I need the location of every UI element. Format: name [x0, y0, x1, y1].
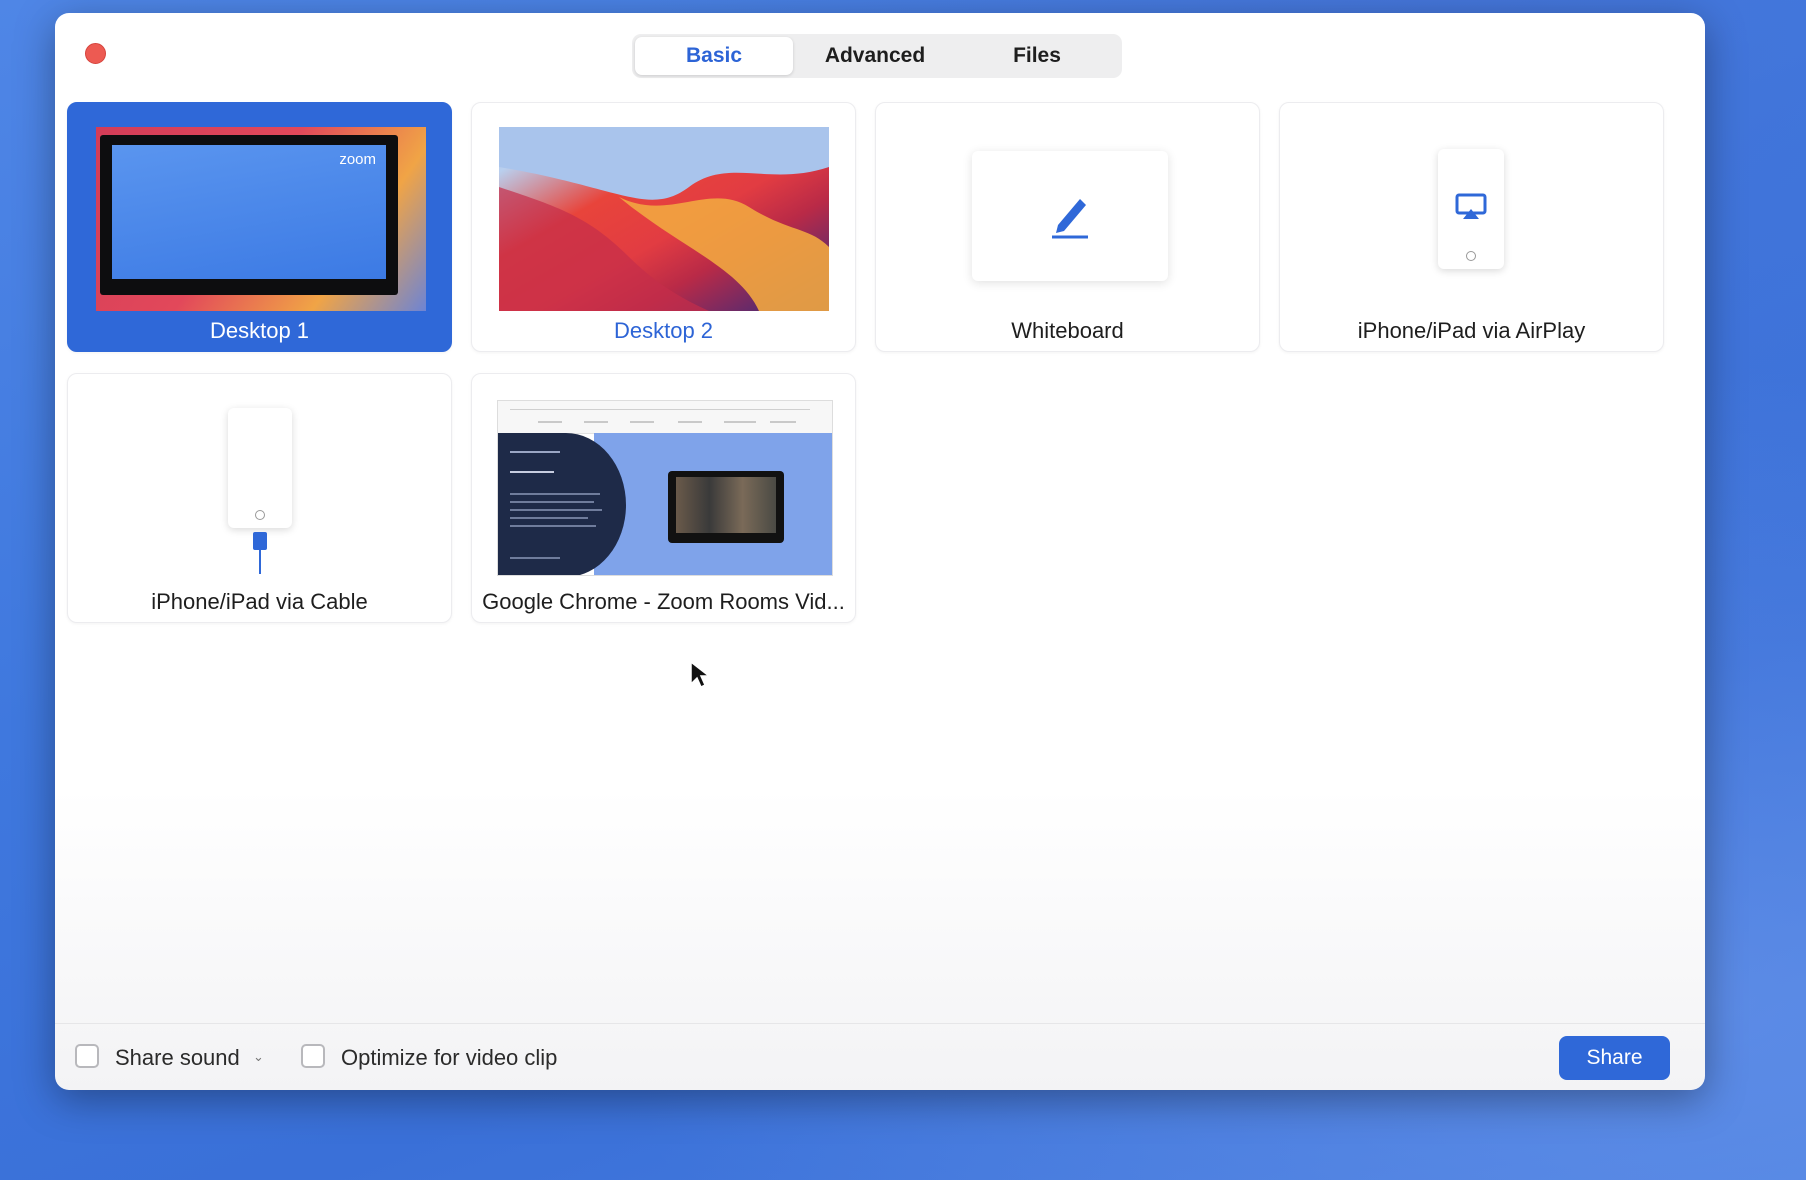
- pencil-icon: [1052, 199, 1088, 239]
- share-screen-window: Basic Advanced Files zoom Desktop 1 Desk…: [55, 13, 1705, 1090]
- source-card-chrome[interactable]: Google Chrome - Zoom Rooms Vid...: [471, 373, 856, 623]
- share-sound-checkbox[interactable]: [75, 1044, 99, 1068]
- chrome-window-thumbnail: [497, 400, 833, 576]
- tab-files[interactable]: Files: [957, 37, 1117, 75]
- desktop-2-thumbnail: [499, 127, 829, 311]
- airplay-icon: [1455, 193, 1487, 219]
- source-label: Google Chrome - Zoom Rooms Vid...: [482, 589, 845, 614]
- share-sound-label: Share sound: [115, 1045, 240, 1070]
- phone-illustration: [228, 408, 292, 528]
- source-card-airplay[interactable]: iPhone/iPad via AirPlay: [1279, 102, 1664, 352]
- tab-advanced[interactable]: Advanced: [793, 37, 957, 75]
- footer-divider: [55, 1023, 1705, 1024]
- source-label: Desktop 1: [209, 318, 310, 343]
- cursor-icon: [690, 660, 711, 689]
- source-card-desktop-1[interactable]: zoom Desktop 1: [67, 102, 452, 352]
- optimize-video-label: Optimize for video clip: [341, 1045, 558, 1070]
- desktop-1-thumbnail: zoom: [96, 127, 426, 311]
- source-card-cable[interactable]: iPhone/iPad via Cable: [67, 373, 452, 623]
- source-card-whiteboard[interactable]: Whiteboard: [875, 102, 1260, 352]
- tab-basic[interactable]: Basic: [635, 37, 793, 75]
- whiteboard-page: [972, 151, 1168, 281]
- optimize-video-checkbox[interactable]: [301, 1044, 325, 1068]
- share-button[interactable]: Share: [1559, 1036, 1670, 1080]
- source-card-desktop-2[interactable]: Desktop 2: [471, 102, 856, 352]
- source-label: Desktop 2: [613, 318, 714, 343]
- laptop-illustration: [668, 471, 784, 543]
- zoom-logo-text: zoom: [339, 151, 376, 168]
- tab-bar: Basic Advanced Files: [632, 34, 1122, 78]
- source-label: iPhone/iPad via AirPlay: [1357, 318, 1586, 343]
- phone-illustration: [1438, 149, 1504, 269]
- chevron-down-icon[interactable]: ⌄: [253, 1049, 264, 1065]
- source-label: iPhone/iPad via Cable: [151, 589, 368, 614]
- source-label: Whiteboard: [1011, 318, 1124, 343]
- close-icon[interactable]: [85, 43, 106, 64]
